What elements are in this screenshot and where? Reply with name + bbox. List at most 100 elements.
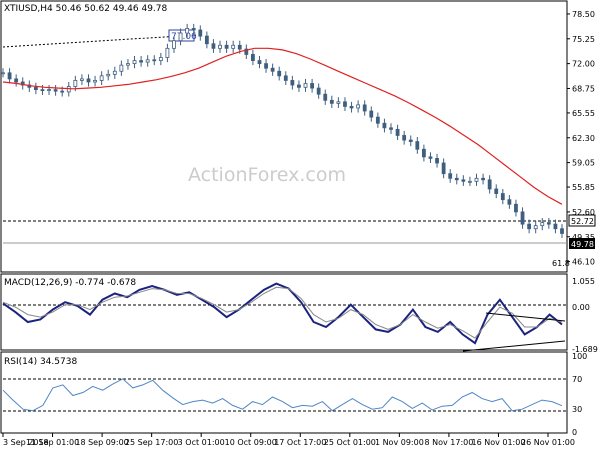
price-candle-body bbox=[270, 67, 275, 72]
price-candle-body bbox=[7, 72, 12, 80]
price-candle-body bbox=[349, 106, 354, 109]
price-candle-body bbox=[60, 90, 65, 93]
price-candle-body bbox=[448, 173, 453, 179]
price-candle-body bbox=[303, 83, 308, 88]
price-candle-body bbox=[231, 44, 236, 49]
price-candle-body bbox=[47, 89, 51, 92]
time-tick-label: 18 Sep 09:00 bbox=[75, 438, 128, 447]
price-candle-body bbox=[33, 86, 38, 91]
price-tick-label: 62.30 bbox=[572, 134, 595, 143]
price-candle-body bbox=[316, 87, 321, 95]
price-candle-body bbox=[185, 28, 190, 34]
time-tick-label: 1 Nov 09:00 bbox=[375, 438, 424, 447]
price-candle-body bbox=[172, 40, 176, 49]
price-tick-label: 65.55 bbox=[572, 109, 595, 118]
time-tick-label: 26 Nov 01:00 bbox=[521, 438, 575, 447]
price-candle-body bbox=[277, 70, 282, 77]
rsi-panel-frame bbox=[0, 351, 568, 434]
price-candle-body bbox=[152, 59, 157, 62]
price-candle-body bbox=[1, 72, 5, 75]
price-candle-body bbox=[251, 54, 255, 61]
price-marker-5272: 52.72 bbox=[571, 217, 594, 226]
price-candle-body bbox=[191, 28, 196, 31]
price-candle-body bbox=[468, 180, 472, 183]
price-tick-label: 75.25 bbox=[572, 35, 595, 44]
price-tick-label: 72.00 bbox=[572, 60, 595, 69]
macd-axis: 1.0550.00-1.689 bbox=[572, 277, 598, 354]
price-candle-body bbox=[86, 78, 91, 83]
time-tick-label: 8 Nov 17:00 bbox=[424, 438, 473, 447]
price-candle-body bbox=[158, 57, 163, 61]
price-candle-body bbox=[421, 148, 426, 158]
price-candle-body bbox=[224, 44, 229, 49]
price-candle-body bbox=[139, 60, 144, 63]
price-candle-body bbox=[297, 84, 301, 88]
price-candle-body bbox=[527, 223, 532, 230]
time-tick-label: 25 Oct 01:00 bbox=[324, 438, 376, 447]
price-candle-body bbox=[73, 80, 78, 87]
price-candle-body bbox=[283, 75, 288, 81]
rsi-tick-label: 100 bbox=[572, 352, 587, 361]
price-candle-body bbox=[435, 158, 439, 164]
price-candle-body bbox=[323, 93, 328, 101]
price-candle-body bbox=[507, 199, 512, 205]
price-candle-body bbox=[481, 177, 485, 181]
chart-canvas: XTIUSD,H4 50.46 50.62 49.46 49.78 MACD(1… bbox=[0, 0, 598, 447]
price-candle-body bbox=[408, 139, 413, 142]
price-candle-body bbox=[257, 60, 262, 65]
time-tick-label: 17 Oct 17:00 bbox=[274, 438, 326, 447]
price-candle-body bbox=[204, 35, 209, 45]
price-candle-body bbox=[362, 104, 367, 112]
price-candle-body bbox=[520, 211, 525, 225]
price-candle-body bbox=[487, 179, 492, 190]
rsi-tick-label: 0 bbox=[572, 428, 577, 437]
time-tick-label: 3 Oct 01:00 bbox=[178, 438, 225, 447]
price-candle-body bbox=[461, 179, 466, 182]
time-axis: 3 Sep 201811 Sep 01:0018 Sep 09:0025 Sep… bbox=[2, 433, 575, 447]
price-candle-body bbox=[474, 177, 479, 182]
price-candle-body bbox=[126, 63, 130, 66]
price-candle-body bbox=[178, 32, 183, 42]
price-candle-body bbox=[553, 223, 558, 230]
price-candle-body bbox=[211, 43, 216, 49]
price-candle-body bbox=[494, 188, 499, 194]
price-candle-body bbox=[546, 222, 551, 225]
macd-panel-header: MACD(12,26,9) -0.774 -0.678 bbox=[4, 278, 136, 288]
price-candle-body bbox=[145, 59, 150, 63]
price-candle-body bbox=[14, 78, 19, 83]
price-candle-body bbox=[237, 44, 242, 50]
price-candle-body bbox=[540, 222, 545, 227]
price-candle-body bbox=[329, 99, 334, 104]
price-candle-body bbox=[198, 29, 203, 37]
price-candle-body bbox=[165, 47, 170, 58]
price-candle-body bbox=[454, 177, 459, 181]
time-tick-label: 11 Sep 01:00 bbox=[26, 438, 79, 447]
price-candle-body bbox=[218, 44, 222, 49]
price-panel-header: XTIUSD,H4 50.46 50.62 49.46 49.78 bbox=[4, 4, 168, 14]
price-candle-body bbox=[119, 64, 124, 72]
time-tick-label: 25 Sep 17:00 bbox=[125, 438, 178, 447]
price-candle-body bbox=[290, 80, 295, 86]
price-candle-body bbox=[93, 80, 97, 83]
price-candle-body bbox=[80, 78, 84, 81]
price-candle-body bbox=[375, 116, 380, 124]
macd-tick-label: 0.00 bbox=[572, 303, 590, 312]
price-candle-body bbox=[428, 156, 433, 159]
price-axis: 78.50 75.25 72.00 68.75 65.55 62.30 59.05 55.85… bbox=[567, 10, 595, 267]
price-candle-body bbox=[395, 128, 400, 136]
price-candle-body bbox=[132, 60, 137, 65]
price-candle-body bbox=[356, 104, 361, 109]
chart-root: XTIUSD,H4 50.46 50.62 49.46 49.78 MACD(1… bbox=[0, 0, 600, 450]
price-tick-label: 59.05 bbox=[572, 159, 595, 168]
price-candle-body bbox=[264, 63, 268, 69]
price-candle-body bbox=[310, 83, 314, 89]
macd-tick-label: 1.055 bbox=[572, 277, 595, 286]
price-candle-body bbox=[53, 89, 58, 92]
time-tick-label: 10 Oct 09:00 bbox=[225, 438, 277, 447]
price-candle-body bbox=[99, 75, 104, 81]
price-candle-body bbox=[40, 89, 45, 92]
price-candle-body bbox=[415, 141, 420, 150]
time-tick-label: 16 Nov 01:00 bbox=[471, 438, 525, 447]
price-candle-body bbox=[514, 203, 518, 213]
price-tick-label: 78.50 bbox=[572, 10, 595, 19]
